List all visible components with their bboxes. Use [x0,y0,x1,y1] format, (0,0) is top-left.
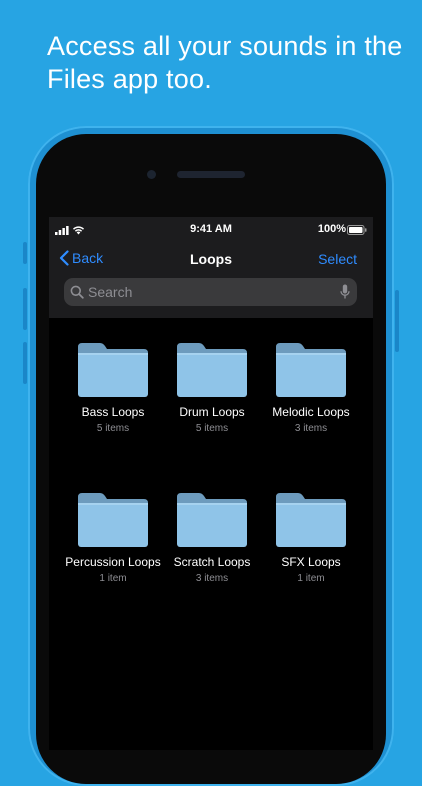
folder-name: SFX Loops [281,555,341,569]
folder-item-count: 3 items [195,573,229,584]
microphone-icon[interactable] [340,284,350,300]
folder-item[interactable]: Percussion Loops 1 item [63,492,163,586]
folder-item[interactable]: Melodic Loops 3 items [261,342,361,436]
phone-screen: 9:41 AM 100% Back Loops Select Search Ba… [49,217,373,750]
folder-name: Bass Loops [81,405,145,419]
folder-item-count: 1 item [297,573,325,584]
search-placeholder: Search [88,284,133,300]
battery-icon [347,225,367,235]
folder-icon [276,493,346,547]
navigation-bar: 9:41 AM 100% Back Loops Select Search [49,217,373,318]
phone-volume-up [23,288,27,330]
folder-name: Melodic Loops [272,405,350,419]
search-input[interactable]: Search [64,278,357,306]
folder-item[interactable]: SFX Loops 1 item [261,492,361,586]
headline: Access all your sounds in the Files app … [47,31,403,94]
folder-name: Drum Loops [179,405,245,419]
folder-item-count: 1 item [99,573,127,584]
folder-icon [78,493,148,547]
folder-icon [78,343,148,397]
front-camera [147,170,156,179]
folder-name: Scratch Loops [173,555,251,569]
folder-icon [177,493,247,547]
earpiece-speaker [177,171,245,178]
folder-item[interactable]: Bass Loops 5 items [63,342,163,436]
phone-side-button [23,242,27,264]
select-button[interactable]: Select [318,251,357,267]
search-icon [70,285,84,299]
folder-icon [276,343,346,397]
folder-name: Percussion Loops [65,555,161,569]
battery-percent: 100% [317,223,346,235]
folder-item-count: 5 items [195,423,229,434]
folder-item-count: 5 items [96,423,130,434]
folder-item-count: 3 items [294,423,328,434]
status-bar: 9:41 AM 100% [49,223,373,239]
folder-item[interactable]: Scratch Loops 3 items [162,492,262,586]
folder-item[interactable]: Drum Loops 5 items [162,342,262,436]
folder-icon [177,343,247,397]
phone-power-button [395,290,399,352]
phone-volume-down [23,342,27,384]
